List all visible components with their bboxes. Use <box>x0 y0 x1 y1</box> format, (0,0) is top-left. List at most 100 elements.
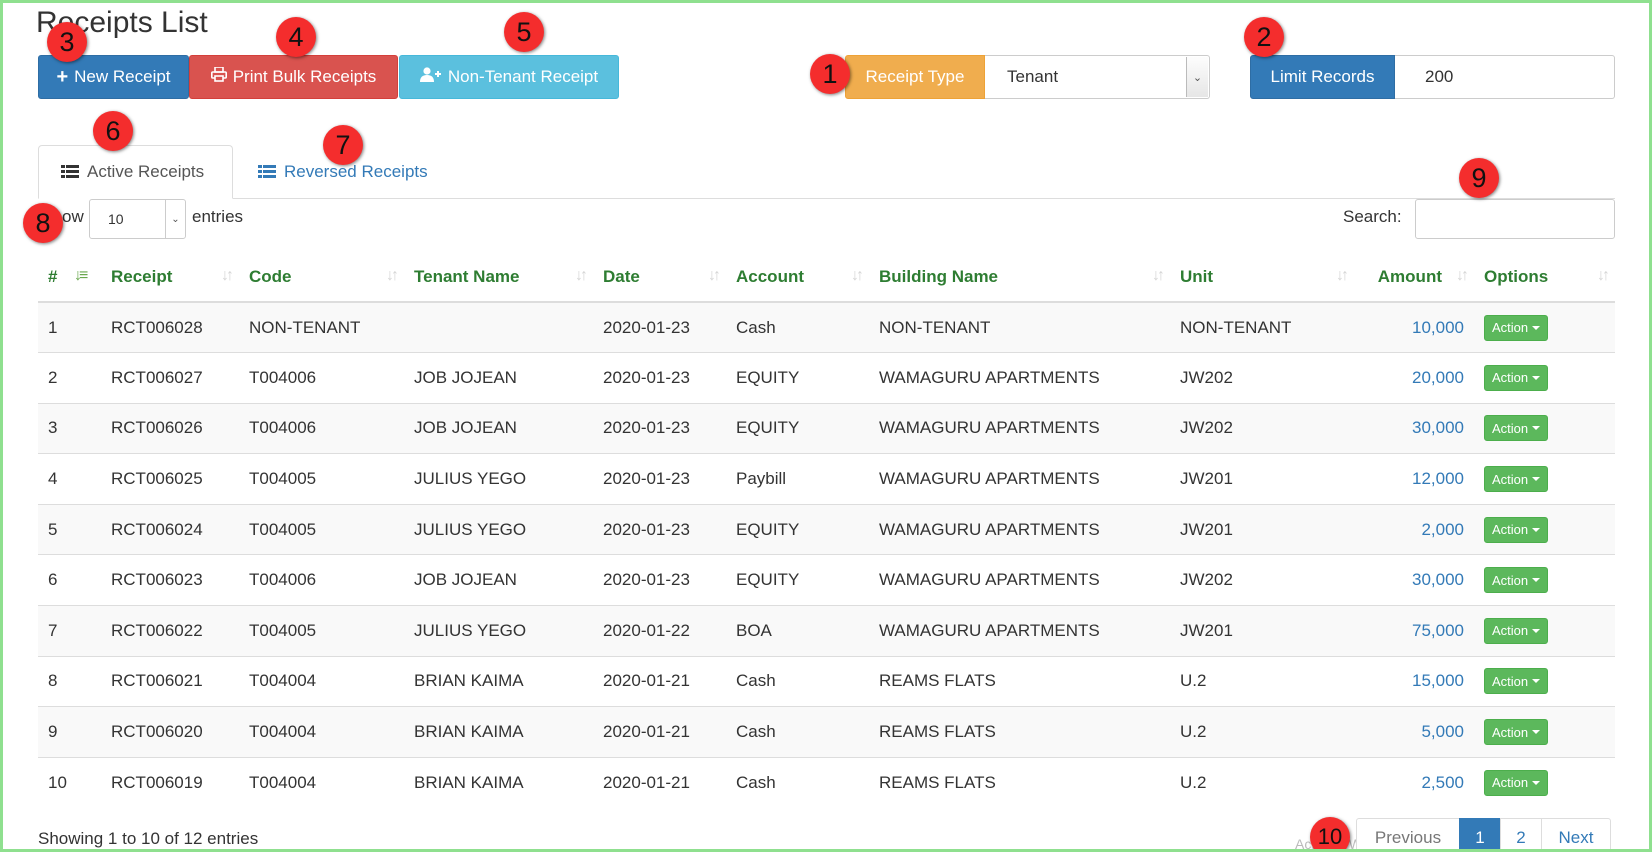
action-dropdown-button[interactable]: Action <box>1484 719 1549 746</box>
cell-code: T004005 <box>239 605 404 657</box>
cell-building-name: WAMAGURU APARTMENTS <box>869 453 1170 505</box>
column-header-unit[interactable]: Unit ↓↑ <box>1170 253 1354 303</box>
cell-unit: JW202 <box>1170 352 1354 404</box>
tab-active-receipts[interactable]: Active Receipts <box>38 145 233 199</box>
cell-receipt: RCT006022 <box>101 605 239 657</box>
cell-unit: U.2 <box>1170 655 1354 707</box>
table-row: 6 RCT006023 T004006 JOB JOJEAN 2020-01-23 EQU… <box>38 554 1615 606</box>
cell-code: T004006 <box>239 352 404 404</box>
action-dropdown-button[interactable]: Action <box>1484 769 1549 796</box>
entries-per-page-select[interactable]: 10 ⌄ <box>89 199 186 239</box>
receipt-type-select[interactable]: Tenant ⌄ <box>985 55 1210 99</box>
cell-number: 6 <box>38 554 68 606</box>
cell-number: 2 <box>38 352 68 404</box>
cell-number: 9 <box>38 706 68 758</box>
column-header-building-name[interactable]: Building Name ↓↑ <box>869 253 1170 303</box>
action-dropdown-button[interactable]: Action <box>1484 567 1549 594</box>
caret-down-icon <box>1532 679 1541 684</box>
cell-account: BOA <box>726 605 869 657</box>
table-row: 7 RCT006022 T004005 JULIUS YEGO 2020-01-22 BO… <box>38 605 1615 657</box>
print-bulk-receipts-button[interactable]: Print Bulk Receipts <box>189 55 398 99</box>
cell-building-name: REAMS FLATS <box>869 706 1170 758</box>
limit-records-input[interactable]: 200 <box>1395 55 1615 99</box>
column-header-date[interactable]: Date ↓↑ <box>593 253 726 303</box>
action-dropdown-button[interactable]: Action <box>1484 668 1549 695</box>
cell-number: 3 <box>38 402 68 454</box>
annotation-marker-10: 10 <box>1310 817 1350 852</box>
action-dropdown-button[interactable]: Action <box>1484 415 1549 442</box>
cell-spacer <box>68 402 101 454</box>
sort-icon: ↓↑ <box>1597 267 1610 284</box>
tab-label: Reversed Receipts <box>284 162 428 181</box>
receipts-table: # ↓≡ Receipt ↓↑ Code ↓↑ Tenant Name ↓↑ Date… <box>38 253 1615 808</box>
caret-down-icon <box>1532 325 1541 330</box>
cell-building-name: NON-TENANT <box>869 301 1170 353</box>
cell-number: 10 <box>38 756 68 808</box>
cell-spacer <box>68 301 101 353</box>
cell-number: 4 <box>38 453 68 505</box>
cell-account: EQUITY <box>726 352 869 404</box>
action-label: Action <box>1492 623 1529 639</box>
new-receipt-button[interactable]: + New Receipt <box>38 55 189 99</box>
cell-tenant-name: JULIUS YEGO <box>404 605 593 657</box>
cell-amount: 20,000 <box>1354 352 1474 404</box>
show-prefix-text: ow <box>62 207 84 226</box>
caret-down-icon <box>1532 628 1541 633</box>
action-dropdown-button[interactable]: Action <box>1484 617 1549 644</box>
table-row: 4 RCT006025 T004005 JULIUS YEGO 2020-01-23 Pa… <box>38 453 1615 505</box>
action-dropdown-button[interactable]: Action <box>1484 314 1549 341</box>
cell-unit: JW201 <box>1170 503 1354 555</box>
column-header-sort[interactable]: ↓≡ <box>68 253 101 303</box>
table-row: 10 RCT006019 T004004 BRIAN KAIMA 2020-01-21 C… <box>38 756 1615 808</box>
cell-receipt: RCT006023 <box>101 554 239 606</box>
non-tenant-receipt-button[interactable]: Non-Tenant Receipt <box>399 55 619 99</box>
pagination-next[interactable]: Next <box>1541 818 1611 852</box>
column-header-account[interactable]: Account ↓↑ <box>726 253 869 303</box>
cell-unit: JW201 <box>1170 605 1354 657</box>
cell-number: 1 <box>38 301 68 353</box>
cell-tenant-name: JULIUS YEGO <box>404 453 593 505</box>
annotation-marker-7: 7 <box>323 125 363 165</box>
list-icon <box>61 165 79 179</box>
table-row: 9 RCT006020 T004004 BRIAN KAIMA 2020-01-21 Ca… <box>38 706 1615 758</box>
column-header-amount[interactable]: Amount ↓↑ <box>1354 253 1474 303</box>
cell-building-name: WAMAGURU APARTMENTS <box>869 402 1170 454</box>
table-info-text: Showing 1 to 10 of 12 entries <box>38 829 259 848</box>
pagination-previous[interactable]: Previous <box>1356 818 1460 852</box>
cell-amount: 10,000 <box>1354 301 1474 353</box>
cell-tenant-name: BRIAN KAIMA <box>404 756 593 808</box>
cell-tenant-name: JOB JOJEAN <box>404 554 593 606</box>
list-icon <box>258 165 276 179</box>
cell-number: 8 <box>38 655 68 707</box>
user-plus-icon <box>419 67 442 87</box>
cell-spacer <box>68 655 101 707</box>
cell-tenant-name <box>404 301 593 353</box>
annotation-marker-2: 2 <box>1244 17 1284 57</box>
pagination-page-2[interactable]: 2 <box>1500 818 1542 852</box>
cell-account: Cash <box>726 756 869 808</box>
column-header-options[interactable]: Options ↓↑ <box>1474 253 1615 303</box>
cell-amount: 15,000 <box>1354 655 1474 707</box>
column-header-number[interactable]: # <box>38 253 68 303</box>
cell-unit: JW202 <box>1170 402 1354 454</box>
caret-down-icon <box>1532 426 1541 431</box>
cell-code: NON-TENANT <box>239 301 404 353</box>
cell-tenant-name: JOB JOJEAN <box>404 352 593 404</box>
action-dropdown-button[interactable]: Action <box>1484 364 1549 391</box>
column-header-tenant-name[interactable]: Tenant Name ↓↑ <box>404 253 593 303</box>
column-header-receipt[interactable]: Receipt ↓↑ <box>101 253 239 303</box>
pagination-page-1[interactable]: 1 <box>1459 818 1501 852</box>
action-dropdown-button[interactable]: Action <box>1484 516 1549 543</box>
search-input[interactable] <box>1415 199 1615 239</box>
caret-down-icon <box>1532 375 1541 380</box>
cell-code: T004005 <box>239 503 404 555</box>
cell-building-name: REAMS FLATS <box>869 655 1170 707</box>
sort-icon: ↓↑ <box>386 267 399 284</box>
cell-receipt: RCT006024 <box>101 503 239 555</box>
column-header-code[interactable]: Code ↓↑ <box>239 253 404 303</box>
cell-tenant-name: BRIAN KAIMA <box>404 706 593 758</box>
caret-down-icon <box>1532 730 1541 735</box>
sort-asc-icon: ↓≡ <box>74 267 88 284</box>
action-dropdown-button[interactable]: Action <box>1484 466 1549 493</box>
chevron-down-icon: ⌄ <box>165 200 185 238</box>
